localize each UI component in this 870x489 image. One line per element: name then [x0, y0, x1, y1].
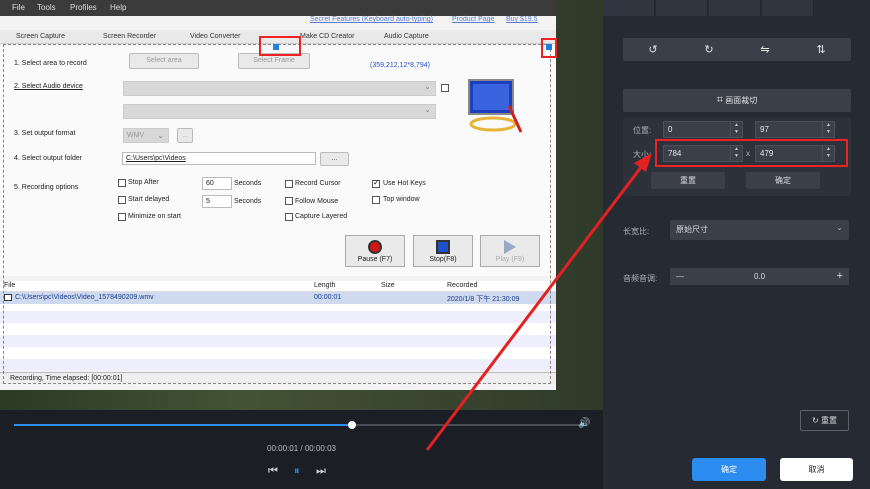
- volume-minus-button[interactable]: —: [676, 268, 684, 285]
- recorder-window: File Tools Profiles Help Secret Features…: [0, 0, 556, 390]
- menu-help[interactable]: Help: [110, 3, 126, 12]
- link-secret-features[interactable]: Secret Features (Keyboard auto-typing): [310, 16, 433, 23]
- crop-reset-button[interactable]: 重置: [651, 172, 725, 189]
- tab-screen-capture[interactable]: Screen Capture: [16, 33, 65, 40]
- tab-audio-capture[interactable]: Audio Capture: [384, 33, 429, 40]
- menu-profiles[interactable]: Profiles: [70, 3, 97, 12]
- flip-vertical-icon[interactable]: ⇅: [793, 41, 849, 59]
- reset-all-button[interactable]: ↻ 重置: [800, 410, 849, 431]
- seek-bar[interactable]: [14, 421, 587, 429]
- panel-tab-3[interactable]: [709, 0, 761, 16]
- position-y-value: 97: [760, 125, 769, 134]
- menu-file[interactable]: File: [12, 3, 25, 12]
- capture-region[interactable]: [3, 44, 551, 384]
- video-preview: File Tools Profiles Help Secret Features…: [0, 0, 603, 410]
- volume-plus-button[interactable]: +: [837, 268, 843, 285]
- spinner-arrows-icon[interactable]: ▲ ▼: [730, 122, 742, 137]
- cancel-button[interactable]: 取消: [780, 458, 853, 481]
- step-back-icon[interactable]: ⏮: [268, 465, 278, 478]
- spinner-arrows-icon[interactable]: ▲ ▼: [822, 122, 834, 137]
- position-y-input[interactable]: 97 ▲ ▼: [755, 121, 835, 138]
- crop-handle-corner[interactable]: [546, 44, 552, 50]
- tab-cd-creator[interactable]: Make CD Creator: [300, 33, 354, 40]
- reset-all-label: 重置: [820, 416, 837, 425]
- volume-control: — 0.0 +: [670, 268, 849, 285]
- edit-panel: ↺ ↻ ⇋ ⇅ ⌗ 画面裁切 位置: 0 ▲ ▼ 97 ▲ ▼ 大小: 784 ▲ ▼…: [603, 0, 870, 489]
- refresh-icon: ↻: [812, 416, 819, 425]
- crop-button[interactable]: ⌗ 画面裁切: [623, 89, 851, 112]
- volume-value: 0.0: [753, 272, 766, 281]
- aspect-select[interactable]: 原始尺寸: [670, 218, 849, 240]
- volume-label: 音频音调:: [623, 274, 658, 283]
- pause-icon[interactable]: ⏸: [294, 465, 300, 478]
- ok-button[interactable]: 确定: [692, 458, 766, 481]
- seek-knob[interactable]: [348, 421, 357, 429]
- size-label: 大小:: [633, 150, 652, 159]
- panel-tab-1[interactable]: [603, 0, 655, 16]
- highlight-top-handle: [259, 36, 301, 56]
- speaker-icon[interactable]: 🔊: [578, 418, 590, 429]
- step-forward-icon[interactable]: ⏭: [316, 465, 326, 478]
- crop-handle-top[interactable]: [273, 44, 279, 50]
- link-product-page[interactable]: Product Page: [452, 16, 494, 23]
- seek-fill: [14, 424, 353, 426]
- link-buy[interactable]: Buy $19.5: [506, 16, 538, 23]
- panel-tab-4[interactable]: [762, 0, 814, 16]
- rotate-right-icon[interactable]: ↻: [681, 41, 737, 59]
- position-x-value: 0: [668, 125, 673, 134]
- position-label: 位置:: [633, 126, 652, 135]
- crop-button-label: 画面裁切: [725, 96, 758, 105]
- flip-horizontal-icon[interactable]: ⇋: [737, 41, 793, 59]
- menu-bar: File Tools Profiles Help Secret Features…: [0, 0, 556, 23]
- highlight-size-fields: [655, 139, 848, 167]
- rotate-toolbar: ↺ ↻ ⇋ ⇅: [623, 38, 851, 61]
- tab-screen-recorder[interactable]: Screen Recorder: [103, 33, 156, 40]
- crop-icon: ⌗: [716, 94, 723, 106]
- menu-tools[interactable]: Tools: [37, 3, 56, 12]
- panel-tab-2[interactable]: [656, 0, 708, 16]
- tab-video-converter[interactable]: Video Converter: [190, 33, 240, 40]
- crop-confirm-button[interactable]: 确定: [746, 172, 820, 189]
- rotate-left-icon[interactable]: ↺: [625, 41, 681, 59]
- position-x-input[interactable]: 0 ▲ ▼: [663, 121, 743, 138]
- aspect-label: 长宽比:: [623, 227, 650, 236]
- time-readout: 00:00:01 / 00:00:03: [267, 444, 336, 453]
